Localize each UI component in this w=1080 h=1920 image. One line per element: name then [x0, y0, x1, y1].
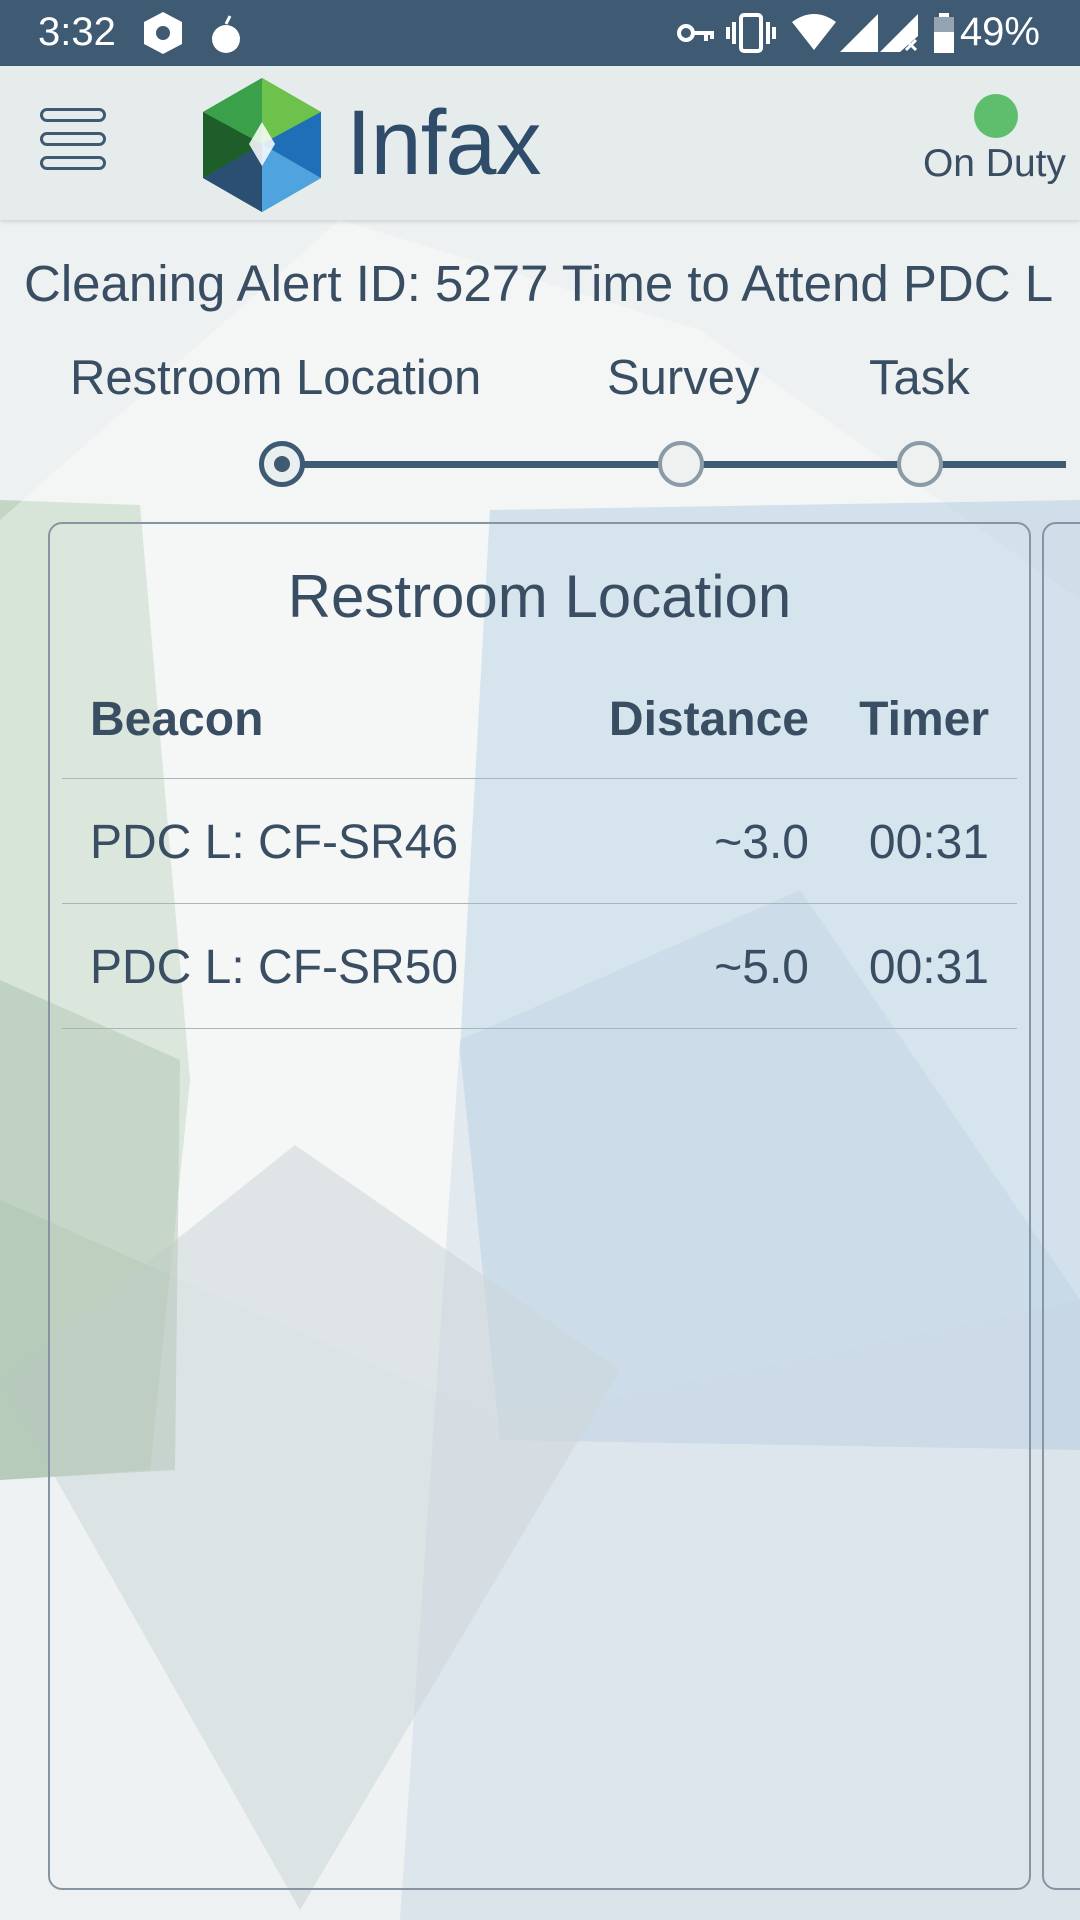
- beacon-timer: 00:31: [868, 816, 989, 869]
- vpn-key-icon: [677, 24, 714, 42]
- bomb-icon: [212, 15, 240, 53]
- restroom-location-card: Restroom Location Beacon Distance Timer …: [48, 522, 1031, 1890]
- table-header: Beacon Distance Timer: [62, 654, 1017, 778]
- step-indicator-survey[interactable]: [658, 441, 704, 487]
- column-header-timer: Timer: [859, 693, 989, 746]
- duty-status-indicator: [974, 94, 1018, 138]
- step-label-restroom-location[interactable]: Restroom Location: [70, 350, 481, 406]
- card-title: Restroom Location: [287, 563, 792, 630]
- next-card-edge[interactable]: [1042, 522, 1080, 1890]
- column-header-beacon: Beacon: [90, 693, 264, 746]
- vibrate-icon: [726, 13, 776, 53]
- step-label-task[interactable]: Task: [869, 350, 970, 406]
- step-indicator-task[interactable]: [897, 441, 943, 487]
- signal-icon: [840, 14, 878, 52]
- infax-logo-icon: [203, 78, 321, 212]
- app-header: Infax On Duty: [0, 66, 1080, 220]
- beacon-timer: 00:31: [868, 941, 989, 994]
- table-row[interactable]: PDC L: CF-SR46 ~3.0 00:31: [62, 778, 1017, 903]
- status-bar: 3:32 49%: [0, 0, 1080, 66]
- table-row[interactable]: PDC L: CF-SR50 ~5.0 00:31: [62, 903, 1017, 1029]
- duty-status-label: On Duty: [922, 142, 1066, 185]
- hexagon-notification-icon: [144, 12, 182, 54]
- status-time: 3:32: [38, 10, 116, 54]
- menu-icon-bar: [40, 132, 106, 146]
- brand-name: Infax: [346, 92, 541, 194]
- beacon-table: Beacon Distance Timer PDC L: CF-SR46 ~3.…: [62, 654, 1017, 1029]
- beacon-name: PDC L: CF-SR50: [90, 941, 459, 994]
- menu-icon-bar: [40, 108, 106, 122]
- step-label-survey[interactable]: Survey: [607, 350, 760, 406]
- battery-icon: [934, 13, 954, 53]
- beacon-distance: ~5.0: [714, 941, 809, 994]
- alert-title: Cleaning Alert ID: 5277 Time to Attend P…: [24, 255, 1054, 312]
- step-indicator-restroom-location[interactable]: [259, 441, 305, 487]
- beacon-distance: ~3.0: [714, 816, 809, 869]
- beacon-name: PDC L: CF-SR46: [90, 816, 459, 869]
- wifi-icon: [792, 14, 836, 50]
- signal-no-data-icon: [880, 14, 918, 52]
- column-header-distance: Distance: [608, 693, 809, 746]
- menu-button[interactable]: [40, 108, 110, 180]
- menu-icon-bar: [40, 156, 106, 170]
- battery-percent: 49%: [959, 10, 1040, 54]
